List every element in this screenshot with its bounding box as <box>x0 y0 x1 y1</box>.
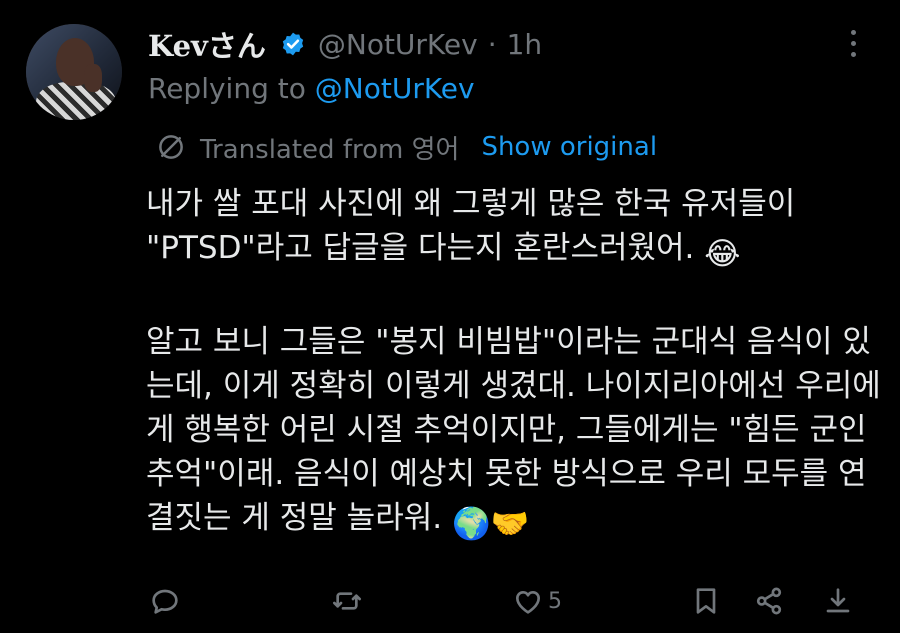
replying-to: Replying to @NotUrKev <box>148 72 475 105</box>
action-bar: 5 <box>0 578 900 624</box>
timestamp[interactable]: 1h <box>507 28 543 61</box>
more-dot <box>850 41 856 46</box>
user-handle[interactable]: @NotUrKev <box>318 28 478 61</box>
share-icon <box>756 587 782 615</box>
globe-handshake-emoji: 🌍🤝 <box>451 506 530 542</box>
reply-icon <box>152 589 178 614</box>
like-count: 5 <box>548 588 562 614</box>
avatar-hand <box>84 64 102 92</box>
reply-mention-link[interactable]: @NotUrKev <box>315 72 475 105</box>
more-dot <box>850 52 856 57</box>
reply-button[interactable] <box>149 584 181 618</box>
download-button[interactable] <box>822 584 854 618</box>
retweet-button[interactable] <box>331 584 363 618</box>
like-icon <box>516 591 540 614</box>
show-original-link[interactable]: Show original <box>481 132 657 162</box>
paragraph-1-text: 내가 쌀 포대 사진에 왜 그렇게 많은 한국 유저들이 "PTSD"라고 답글… <box>146 186 796 266</box>
download-icon <box>826 588 850 613</box>
tweet-header: Kevさん @NotUrKev · 1h <box>148 24 542 64</box>
avatar[interactable] <box>26 24 122 120</box>
tweet-paragraph-2: 알고 보니 그들은 "봉지 비빔밥"이라는 군대식 음식이 있는데, 이게 정확… <box>146 320 886 546</box>
bookmark-button[interactable] <box>690 584 722 618</box>
verified-badge-icon <box>282 32 304 56</box>
translated-label: Translated from 영어 <box>200 134 460 165</box>
bookmark-icon <box>696 588 716 614</box>
avatar-body <box>36 82 116 120</box>
share-button[interactable] <box>753 584 785 618</box>
laughing-emoji: 😂 <box>704 236 741 272</box>
tweet-text: 내가 쌀 포대 사진에 왜 그렇게 많은 한국 유저들이 "PTSD"라고 답글… <box>146 182 886 546</box>
translate-globe-icon <box>159 135 183 159</box>
replying-to-label: Replying to <box>148 72 306 105</box>
display-name[interactable]: Kevさん <box>148 23 266 65</box>
separator-dot: · <box>487 27 497 61</box>
more-dot <box>850 30 856 35</box>
more-options-icon[interactable] <box>846 30 860 64</box>
retweet-icon <box>333 592 361 610</box>
translation-bar: Translated from 영어 Show original <box>156 128 657 166</box>
like-button[interactable]: 5 <box>512 584 562 618</box>
tweet-paragraph-1: 내가 쌀 포대 사진에 왜 그렇게 많은 한국 유저들이 "PTSD"라고 답글… <box>146 182 886 276</box>
